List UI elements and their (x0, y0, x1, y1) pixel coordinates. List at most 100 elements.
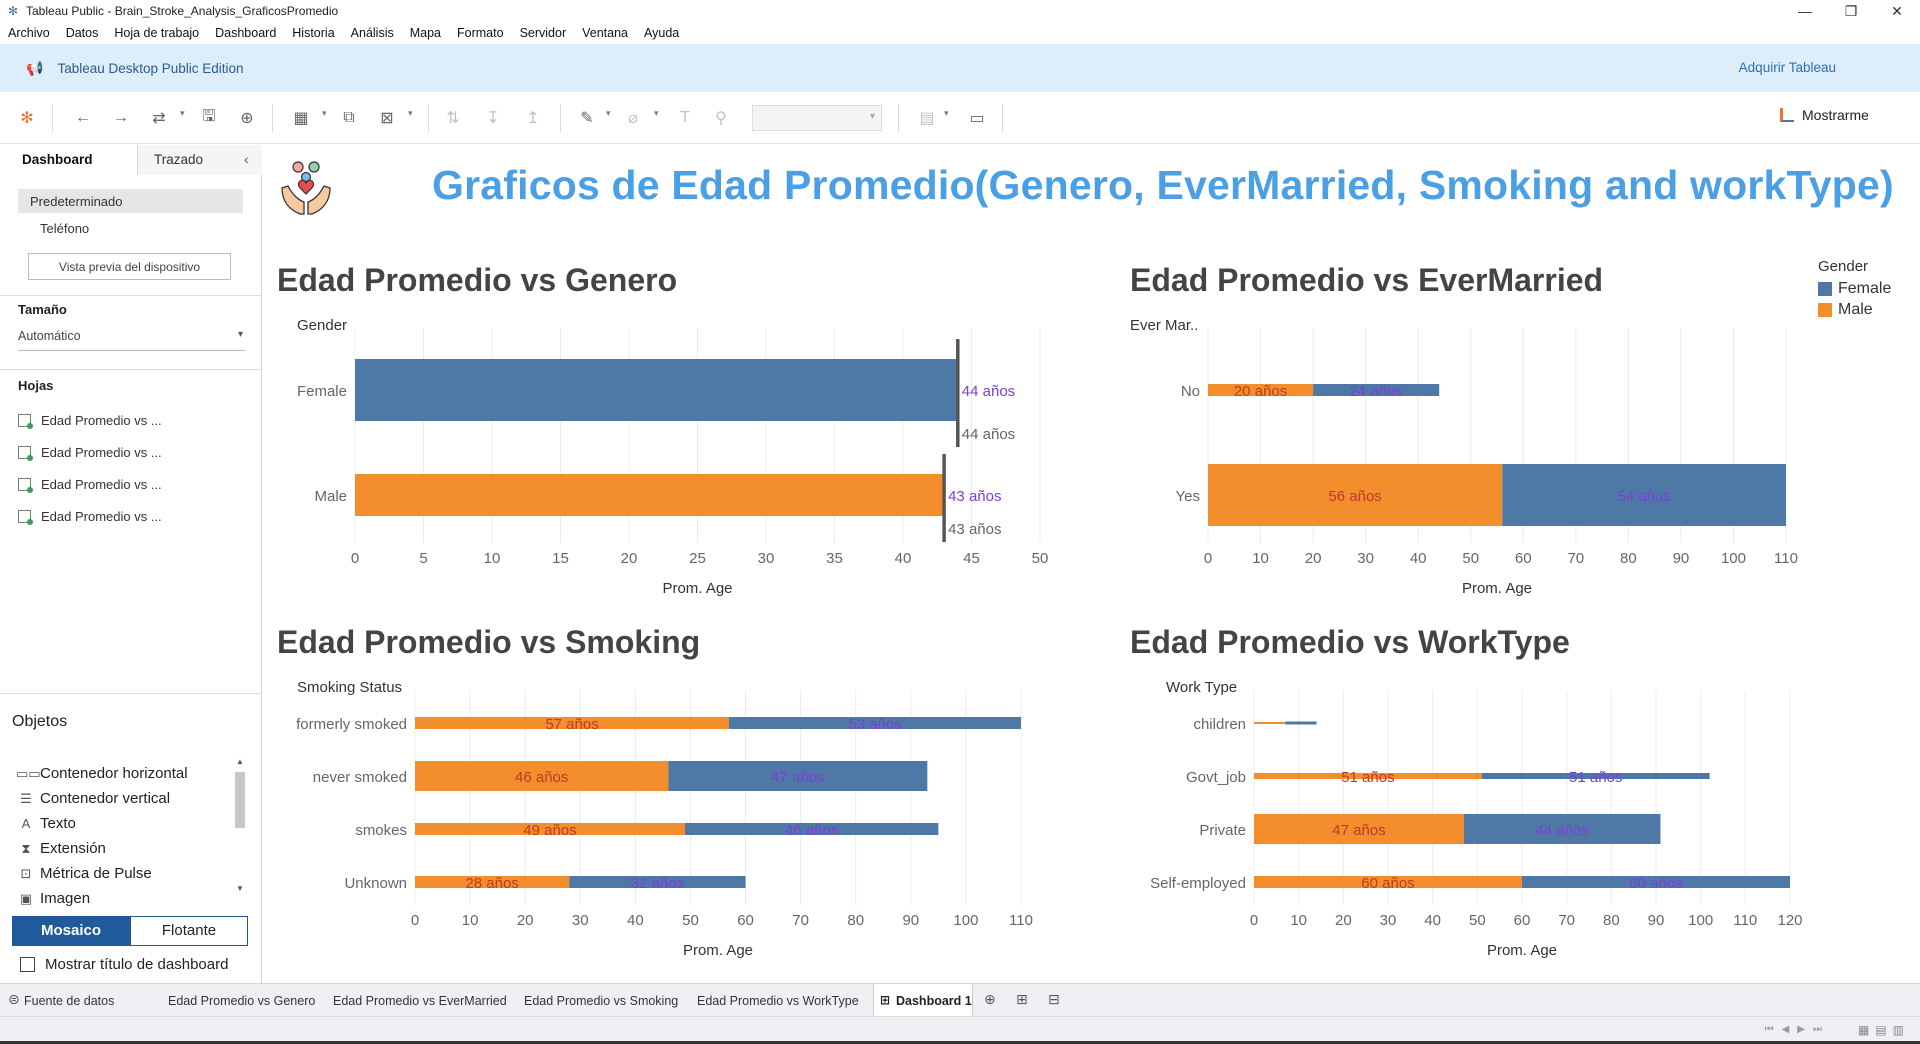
menu-historia[interactable]: Historia (284, 26, 342, 40)
show-cards-icon[interactable]: ▤ (914, 106, 940, 130)
collapse-panel-icon[interactable]: ‹ (244, 151, 249, 167)
new-dashboard-icon[interactable]: ⊞ (1016, 991, 1034, 1009)
save-icon[interactable]: 🖫 (196, 106, 222, 130)
tiled-button[interactable]: Mosaico (12, 916, 130, 946)
minimize-icon[interactable]: — (1782, 0, 1828, 22)
sheet-navigation-icons[interactable]: ⏮◀▶⏭ (1765, 1024, 1830, 1035)
replay-icon[interactable]: ⇄ (146, 106, 172, 130)
device-default[interactable]: Predeterminado (18, 189, 243, 213)
edition-banner: 📢 Tableau Desktop Public Edition Adquiri… (0, 44, 1920, 92)
menu-hoja-de-trabajo[interactable]: Hoja de trabajo (106, 26, 207, 40)
chevron-down-icon[interactable]: ▾ (322, 108, 327, 119)
new-worksheet-icon[interactable]: ▦ (288, 106, 314, 130)
sort-descending-icon[interactable]: ↥ (520, 106, 546, 130)
legend-item-male[interactable]: Male (1818, 299, 1891, 320)
tick-label: 0 (1204, 550, 1212, 567)
floating-button[interactable]: Flotante (130, 916, 248, 946)
object-image[interactable]: ▣ Imagen (16, 890, 90, 907)
menu-ventana[interactable]: Ventana (574, 26, 636, 40)
sort-ascending-icon[interactable]: ↧ (480, 106, 506, 130)
chart-worktype[interactable]: 0 10 20 30 40 50 60 70 80 90 100 110 120 Prom. Age chi… (1130, 690, 1810, 972)
menu-servidor[interactable]: Servidor (512, 26, 575, 40)
tab-sheet-worktype[interactable]: Edad Promedio vs WorkType (697, 984, 859, 1016)
tick-label: 100 (1688, 912, 1713, 929)
chart-genero[interactable]: 0 5 10 15 20 25 30 35 40 45 50 Prom. Age Female 44 añ… (270, 328, 1070, 608)
new-data-source-icon[interactable]: ⊕ (234, 106, 260, 130)
toolbar-separator (428, 104, 429, 132)
menu-dashboard[interactable]: Dashboard (207, 26, 284, 40)
restore-icon[interactable]: ❐ (1828, 0, 1874, 22)
chevron-down-icon[interactable]: ▼ (234, 884, 246, 893)
show-title-label: Mostrar título de dashboard (45, 956, 229, 973)
undo-icon[interactable]: ← (70, 106, 96, 130)
scrollbar-thumb[interactable] (235, 772, 245, 828)
object-horizontal-container[interactable]: ▭▭ Contenedor horizontal (16, 765, 188, 782)
object-extension[interactable]: ⧗ Extensión (16, 840, 105, 857)
tab-dashboard-1[interactable]: ⊞ Dashboard 1 (873, 984, 973, 1016)
fit-dropdown[interactable] (752, 105, 882, 131)
tab-dashboard[interactable]: Dashboard (0, 145, 138, 175)
chevron-down-icon[interactable]: ▾ (408, 108, 413, 119)
tab-sheet-smoking[interactable]: Edad Promedio vs Smoking (524, 984, 678, 1016)
object-label: Contenedor horizontal (40, 765, 188, 782)
acquire-tableau-link[interactable]: Adquirir Tableau (1739, 60, 1836, 75)
tab-sheet-genero[interactable]: Edad Promedio vs Genero (168, 984, 315, 1016)
device-phone[interactable]: Teléfono (40, 221, 89, 236)
sheet-item[interactable]: Edad Promedio vs ... (18, 413, 162, 429)
show-dashboard-title-checkbox[interactable]: Mostrar título de dashboard (20, 956, 228, 973)
menu-analisis[interactable]: Análisis (343, 26, 402, 40)
close-icon[interactable]: ✕ (1874, 0, 1920, 22)
new-worksheet-icon[interactable]: ⊕ (984, 991, 1002, 1009)
legend-item-female[interactable]: Female (1818, 278, 1891, 299)
menu-formato[interactable]: Formato (449, 26, 512, 40)
left-panel: Dashboard Trazado ‹ Predeterminado Teléf… (0, 145, 262, 983)
object-vertical-container[interactable]: ☰ Contenedor vertical (16, 790, 170, 807)
chevron-down-icon[interactable]: ▾ (180, 108, 185, 119)
sheet-item[interactable]: Edad Promedio vs ... (18, 477, 162, 493)
redo-icon[interactable]: → (108, 106, 134, 130)
chevron-down-icon[interactable]: ▾ (944, 108, 949, 119)
chart-smoking[interactable]: 0 10 20 30 40 50 60 70 80 90 100 110 Prom. Age former… (270, 690, 1070, 972)
toolbar-separator (898, 104, 899, 132)
sheet-item[interactable]: Edad Promedio vs ... (18, 445, 162, 461)
menu-ayuda[interactable]: Ayuda (636, 26, 687, 40)
size-dropdown[interactable]: Automático (18, 329, 245, 351)
object-text[interactable]: A Texto (16, 815, 76, 832)
clear-sheet-icon[interactable]: ⊠ (374, 106, 400, 130)
objects-scrollbar[interactable]: ▲ ▼ (234, 757, 246, 897)
show-me-button[interactable]: Mostrarme (1780, 107, 1869, 123)
object-pulse-metric[interactable]: ⊡ Métrica de Pulse (16, 865, 152, 882)
tableau-logo-icon[interactable]: ✻ (14, 106, 40, 130)
chevron-up-icon[interactable]: ▲ (234, 757, 246, 766)
toolbar: ✻ ← → ⇄ ▾ 🖫 ⊕ ▦ ▾ ⧉ ⊠ ▾ ⇅ ↧ ↥ ✎ ▾ ⌀ ▾ T … (0, 92, 1920, 144)
menu-datos[interactable]: Datos (58, 26, 107, 40)
presentation-mode-icon[interactable]: ▭ (964, 106, 990, 130)
new-story-icon[interactable]: ⊟ (1048, 991, 1066, 1009)
status-bar: ⏮◀▶⏭ ▦▤▥ (0, 1016, 1920, 1044)
tab-sheet-evermarried[interactable]: Edad Promedio vs EverMarried (333, 984, 507, 1016)
pin-icon[interactable]: ⚲ (708, 106, 734, 130)
show-labels-icon[interactable]: T (672, 106, 698, 130)
menu-mapa[interactable]: Mapa (402, 26, 449, 40)
tick-label: 60 (737, 912, 754, 929)
device-preview-button[interactable]: Vista previa del dispositivo (28, 253, 231, 280)
chevron-down-icon[interactable]: ▾ (654, 108, 659, 119)
view-mode-icons[interactable]: ▦▤▥ (1858, 1023, 1910, 1037)
gender-legend[interactable]: Gender Female Male (1818, 258, 1891, 320)
highlight-icon[interactable]: ✎ (574, 106, 600, 130)
chart-evermarried[interactable]: 0 10 20 30 40 50 60 70 80 90 100 110 Prom. Age No 20 a… (1130, 328, 1810, 608)
image-icon: ▣ (19, 890, 33, 906)
data-label: 60 años (1361, 875, 1414, 892)
tab-data-source[interactable]: Fuente de datos (24, 984, 114, 1016)
menu-archivo[interactable]: Archivo (0, 26, 58, 40)
chevron-down-icon[interactable]: ▾ (606, 108, 611, 119)
tick-label: 40 (1424, 912, 1441, 929)
checkbox[interactable] (20, 957, 35, 972)
duplicate-sheet-icon[interactable]: ⧉ (336, 106, 362, 130)
swap-rows-columns-icon[interactable]: ⇅ (440, 106, 466, 130)
family-care-logo-icon (281, 161, 331, 215)
sheet-item[interactable]: Edad Promedio vs ... (18, 509, 162, 525)
data-label: 60 años (1629, 875, 1682, 892)
category-label: Govt_job (1186, 769, 1246, 786)
group-icon[interactable]: ⌀ (620, 106, 646, 130)
